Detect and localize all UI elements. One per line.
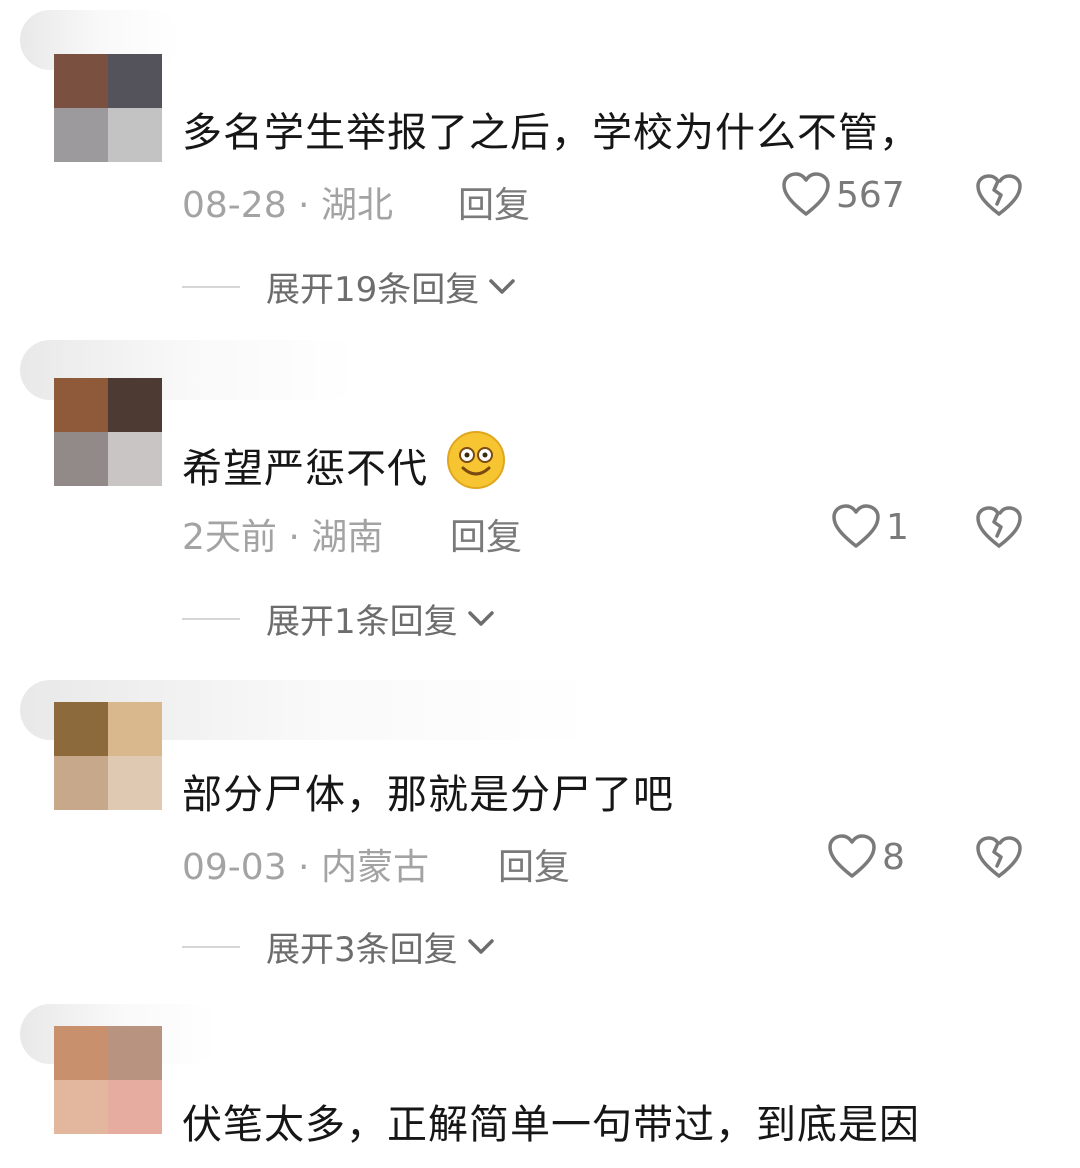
chevron-down-icon <box>489 278 516 294</box>
heart-outline-icon <box>828 834 876 878</box>
like-button[interactable]: 8 <box>828 834 905 880</box>
divider-line <box>182 617 240 620</box>
meta-separator: · <box>286 847 321 888</box>
avatar[interactable] <box>54 1026 162 1134</box>
smiling-face-emoji <box>446 431 505 489</box>
comment-text-body: 希望严惩不代 <box>182 446 428 492</box>
comment-text: 希望严惩不代 <box>182 430 506 494</box>
avatar[interactable] <box>54 54 162 162</box>
avatar-pixel <box>54 432 108 486</box>
expand-replies[interactable]: 展开19条回复 <box>182 262 517 311</box>
heart-outline-icon <box>782 172 830 216</box>
divider-line <box>182 285 240 288</box>
comment-text: 伏笔太多，正解简单一句带过，到底是因 <box>182 1102 920 1148</box>
expand-replies-label: 展开19条回复 <box>266 270 480 310</box>
avatar-pixel <box>108 54 162 108</box>
avatar[interactable] <box>54 378 162 486</box>
comment-meta: 09-03 · 内蒙古 <box>182 838 429 890</box>
meta-separator: · <box>276 517 312 558</box>
avatar-pixel <box>54 756 108 810</box>
comment-text: 多名学生举报了之后，学校为什么不管， <box>182 110 920 156</box>
heart-outline-icon <box>832 504 880 548</box>
broken-heart-icon <box>976 506 1022 548</box>
expand-replies-label: 展开3条回复 <box>266 930 458 970</box>
meta-separator: · <box>286 185 321 226</box>
avatar-pixel <box>54 1080 108 1134</box>
avatar-pixel <box>108 1080 162 1134</box>
chevron-down-icon <box>467 938 494 954</box>
avatar-pixel <box>108 1026 162 1080</box>
avatar-pixel <box>108 108 162 162</box>
expand-replies-label: 展开1条回复 <box>266 602 458 642</box>
dislike-button[interactable] <box>976 506 1022 554</box>
avatar-pixel <box>108 378 162 432</box>
like-count: 567 <box>836 174 905 216</box>
comment-location: 内蒙古 <box>320 847 429 888</box>
avatar-pixel <box>54 1026 108 1080</box>
comment-date: 09-03 <box>182 847 287 888</box>
avatar-pixel <box>108 432 162 486</box>
avatar-pixel <box>54 108 108 162</box>
avatar[interactable] <box>54 702 162 810</box>
avatar-pixel <box>108 702 162 756</box>
dislike-button[interactable] <box>976 836 1022 884</box>
like-button[interactable]: 567 <box>782 172 905 218</box>
avatar-pixel <box>54 378 108 432</box>
comment-text: 部分尸体，那就是分尸了吧 <box>182 772 674 818</box>
comment-location: 湖南 <box>311 517 384 558</box>
reply-button[interactable]: 回复 <box>498 838 570 890</box>
chevron-down-icon <box>467 610 494 626</box>
broken-heart-icon <box>976 174 1022 216</box>
avatar-pixel <box>54 702 108 756</box>
expand-replies[interactable]: 展开3条回复 <box>182 922 496 971</box>
comment-date: 2天前 <box>182 517 277 558</box>
divider-line <box>182 945 240 948</box>
reply-button[interactable]: 回复 <box>450 508 522 560</box>
like-button[interactable]: 1 <box>832 504 909 550</box>
dislike-button[interactable] <box>976 174 1022 222</box>
avatar-pixel <box>108 756 162 810</box>
like-count: 8 <box>882 836 905 878</box>
reply-button[interactable]: 回复 <box>458 176 530 228</box>
comment-date: 08-28 <box>182 185 287 226</box>
like-count: 1 <box>886 506 909 548</box>
comment-meta: 08-28 · 湖北 <box>182 176 393 228</box>
avatar-pixel <box>54 54 108 108</box>
comment-meta: 2天前 · 湖南 <box>182 508 383 560</box>
broken-heart-icon <box>976 836 1022 878</box>
expand-replies[interactable]: 展开1条回复 <box>182 594 496 643</box>
comment-location: 湖北 <box>320 185 393 226</box>
